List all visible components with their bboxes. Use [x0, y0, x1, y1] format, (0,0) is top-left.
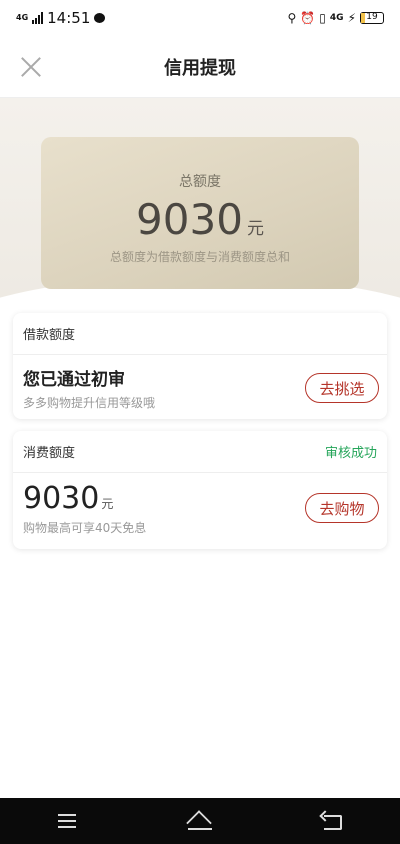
total-credit-note: 总额度为借款额度与消费额度总和 — [109, 250, 290, 264]
battery-fill — [361, 13, 366, 23]
charging-icon: ⚡ — [347, 11, 356, 25]
status-time: 14:51 — [47, 9, 91, 27]
credit-banner: 总额度 9030 元 总额度为借款额度与消费额度总和 — [0, 98, 400, 298]
consume-section-header: 消费额度 审核成功 — [13, 431, 387, 473]
total-credit-unit: 元 — [246, 219, 264, 239]
signal-icon — [32, 12, 44, 24]
total-credit-amount: 9030 — [136, 195, 243, 244]
close-icon[interactable] — [20, 56, 42, 78]
total-credit-label: 总额度 — [179, 174, 221, 190]
go-select-button[interactable]: 去挑选 — [305, 373, 379, 403]
system-nav-bar — [0, 798, 400, 844]
loan-section-header: 借款额度 — [13, 313, 387, 355]
consume-section-body: 9030 元 购物最高可享40天免息 去购物 — [13, 473, 387, 549]
alarm-icon: ⏰ — [300, 11, 316, 25]
home-icon[interactable] — [180, 806, 220, 836]
total-credit-amount-row: 9030 元 — [41, 195, 359, 244]
location-icon: ⚲ — [287, 11, 297, 25]
network-label-right: 4G — [329, 13, 344, 23]
status-right: ⚲ ⏰ ▯ 4G ⚡ 19 — [288, 11, 384, 25]
consume-amount-unit: 元 — [101, 497, 114, 511]
status-left: 4G 14:51 — [16, 9, 106, 27]
total-credit-card: 总额度 9030 元 总额度为借款额度与消费额度总和 — [41, 137, 359, 289]
consume-amount: 9030 — [23, 481, 100, 516]
vibrate-icon: ▯ — [319, 11, 326, 25]
loan-section-title: 借款额度 — [23, 328, 76, 343]
consume-credit-section: 消费额度 审核成功 9030 元 购物最高可享40天免息 去购物 — [13, 431, 387, 549]
consume-section-title: 消费额度 — [23, 446, 76, 461]
header: 信用提现 — [0, 36, 400, 98]
battery-level: 19 — [366, 12, 378, 22]
status-bar: 4G 14:51 ⚲ ⏰ ▯ 4G ⚡ 19 — [0, 0, 400, 36]
review-status-badge: 审核成功 — [324, 446, 377, 461]
message-icon — [94, 13, 106, 23]
network-label: 4G — [16, 13, 29, 22]
go-shopping-button[interactable]: 去购物 — [305, 493, 379, 523]
battery-icon: 19 — [360, 12, 384, 24]
page-title: 信用提现 — [164, 57, 236, 79]
menu-icon[interactable] — [47, 806, 87, 836]
back-icon[interactable] — [313, 806, 353, 836]
loan-credit-section: 借款额度 您已通过初审 多多购物提升信用等级哦 去挑选 — [13, 313, 387, 419]
loan-section-body: 您已通过初审 多多购物提升信用等级哦 去挑选 — [13, 355, 387, 419]
